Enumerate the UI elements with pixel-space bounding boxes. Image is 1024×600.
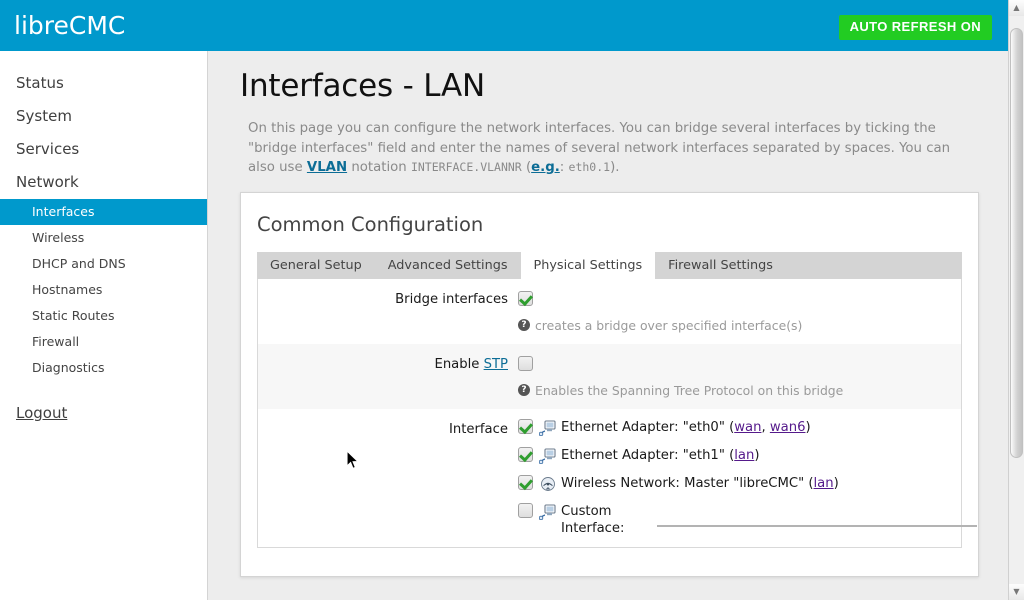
interface-custom-checkbox[interactable] <box>518 503 533 518</box>
interface-eth1-suffix: ) <box>754 448 760 463</box>
form-row-bridge-interfaces: Bridge interfaces ? creates a bridge ove… <box>258 279 961 344</box>
bridge-interfaces-field: ? creates a bridge over specified interf… <box>518 289 961 334</box>
help-circle-icon: ? <box>518 384 530 396</box>
bridge-interfaces-label: Bridge interfaces <box>395 292 508 307</box>
interface-custom-input[interactable] <box>657 509 977 527</box>
interface-wireless-checkbox[interactable] <box>518 475 533 490</box>
ethernet-adapter-icon <box>538 448 557 465</box>
common-configuration-panel: Common Configuration General Setup Advan… <box>240 192 979 577</box>
sidebar-item-diagnostics[interactable]: Diagnostics <box>0 355 207 381</box>
scroll-up-arrow-icon[interactable]: ▲ <box>1009 0 1024 16</box>
page-description: On this page you can configure the netwo… <box>248 119 976 178</box>
vlan-link[interactable]: VLAN <box>307 160 347 175</box>
tab-general-setup[interactable]: General Setup <box>257 252 375 279</box>
tab-firewall-settings[interactable]: Firewall Settings <box>655 252 786 279</box>
form-row-enable-stp: Enable STP ? Enables the Spanning Tree P… <box>258 344 961 409</box>
auto-refresh-toggle-button[interactable]: AUTO REFRESH ON <box>838 15 992 40</box>
interface-item-eth1: Ethernet Adapter: "eth1" (lan) <box>518 447 977 465</box>
vlan-example-code: eth0.1 <box>568 160 611 174</box>
scroll-down-arrow-icon[interactable]: ▼ <box>1009 584 1024 600</box>
brand-title: libreCMC <box>14 11 126 40</box>
bridge-interfaces-hint: ? creates a bridge over specified interf… <box>518 317 961 334</box>
browser-viewport: libreCMC AUTO REFRESH ON Status System S… <box>0 0 1024 600</box>
sidebar-nav: Status System Services Network Interface… <box>0 51 208 600</box>
app-header: libreCMC AUTO REFRESH ON <box>0 0 1008 51</box>
description-text-4: : <box>559 160 569 175</box>
help-circle-icon: ? <box>518 319 530 331</box>
sidebar-item-wireless[interactable]: Wireless <box>0 225 207 251</box>
page-title: Interfaces - LAN <box>240 68 486 104</box>
ethernet-adapter-icon <box>538 504 557 521</box>
physical-settings-form: Bridge interfaces ? creates a bridge ove… <box>257 279 977 548</box>
sidebar-item-services[interactable]: Services <box>0 133 207 166</box>
tab-advanced-settings[interactable]: Advanced Settings <box>375 252 521 279</box>
interface-wireless-description: Wireless Network: Master "libreCMC" ( <box>561 476 814 491</box>
interface-wireless-link-lan[interactable]: lan <box>814 476 834 491</box>
description-text-3: ( <box>521 160 532 175</box>
interface-eth1-text: Ethernet Adapter: "eth1" (lan) <box>561 447 760 465</box>
interface-wireless-text: Wireless Network: Master "libreCMC" (lan… <box>561 475 839 493</box>
enable-stp-hint: ? Enables the Spanning Tree Protocol on … <box>518 382 961 399</box>
eg-link[interactable]: e.g. <box>531 160 560 175</box>
sidebar-item-hostnames[interactable]: Hostnames <box>0 277 207 303</box>
sidebar-item-firewall[interactable]: Firewall <box>0 329 207 355</box>
interface-eth0-suffix: ) <box>805 420 811 435</box>
interface-eth1-checkbox[interactable] <box>518 447 533 462</box>
interface-item-wireless: Wireless Network: Master "libreCMC" (lan… <box>518 475 977 493</box>
logout-link[interactable]: Logout <box>16 403 67 424</box>
interface-item-custom: Custom Interface: <box>518 503 977 537</box>
interface-item-eth0: Ethernet Adapter: "eth0" (wan, wan6) <box>518 419 977 437</box>
enable-stp-label-prefix: Enable <box>434 357 484 372</box>
page-scrollbar[interactable]: ▲ ▼ <box>1008 0 1024 600</box>
interface-eth0-description: Ethernet Adapter: "eth0" ( <box>561 420 735 435</box>
bridge-interfaces-hint-text: creates a bridge over specified interfac… <box>535 318 803 333</box>
interface-eth1-link-lan[interactable]: lan <box>734 448 754 463</box>
vlan-notation-code: INTERFACE.VLANNR <box>410 160 522 174</box>
interface-custom-row: Custom Interface: <box>561 503 977 537</box>
form-row-interface: Interface Ethernet Adapter: "eth0" (wan,… <box>258 409 977 547</box>
sidebar-item-status[interactable]: Status <box>0 67 207 100</box>
interface-eth0-text: Ethernet Adapter: "eth0" (wan, wan6) <box>561 419 811 437</box>
interface-label: Interface <box>448 422 508 437</box>
sidebar-item-network[interactable]: Network <box>0 166 207 199</box>
sidebar-item-system[interactable]: System <box>0 100 207 133</box>
interface-eth1-description: Ethernet Adapter: "eth1" ( <box>561 448 735 463</box>
tab-physical-settings[interactable]: Physical Settings <box>520 252 656 279</box>
sidebar-item-interfaces[interactable]: Interfaces <box>0 199 207 225</box>
enable-stp-checkbox[interactable] <box>518 356 533 371</box>
interface-eth0-link-wan6[interactable]: wan6 <box>770 420 806 435</box>
interface-checkbox-list: Ethernet Adapter: "eth0" (wan, wan6) Eth… <box>518 419 977 537</box>
enable-stp-field: ? Enables the Spanning Tree Protocol on … <box>518 354 961 399</box>
sidebar-item-static-routes[interactable]: Static Routes <box>0 303 207 329</box>
interface-eth0-link-wan[interactable]: wan <box>734 420 761 435</box>
bridge-interfaces-checkbox[interactable] <box>518 291 533 306</box>
ethernet-adapter-icon <box>538 420 557 437</box>
sidebar-item-dhcp-and-dns[interactable]: DHCP and DNS <box>0 251 207 277</box>
settings-tab-bar: General Setup Advanced Settings Physical… <box>257 252 962 279</box>
scrollbar-thumb[interactable] <box>1010 28 1023 458</box>
interface-custom-label: Custom Interface: <box>561 504 625 536</box>
description-text-5: ). <box>610 160 620 175</box>
sidebar-divider-space <box>0 381 207 403</box>
stp-link[interactable]: STP <box>484 357 508 372</box>
interface-wireless-suffix: ) <box>833 476 839 491</box>
main-content: Interfaces - LAN On this page you can co… <box>209 51 1008 600</box>
panel-title: Common Configuration <box>257 213 484 236</box>
interface-eth0-link-separator: , <box>761 420 770 435</box>
enable-stp-label: Enable STP <box>258 354 518 399</box>
description-text-2: notation <box>347 160 411 175</box>
interface-eth0-checkbox[interactable] <box>518 419 533 434</box>
enable-stp-hint-text: Enables the Spanning Tree Protocol on th… <box>535 383 844 398</box>
wireless-network-icon <box>539 476 557 492</box>
